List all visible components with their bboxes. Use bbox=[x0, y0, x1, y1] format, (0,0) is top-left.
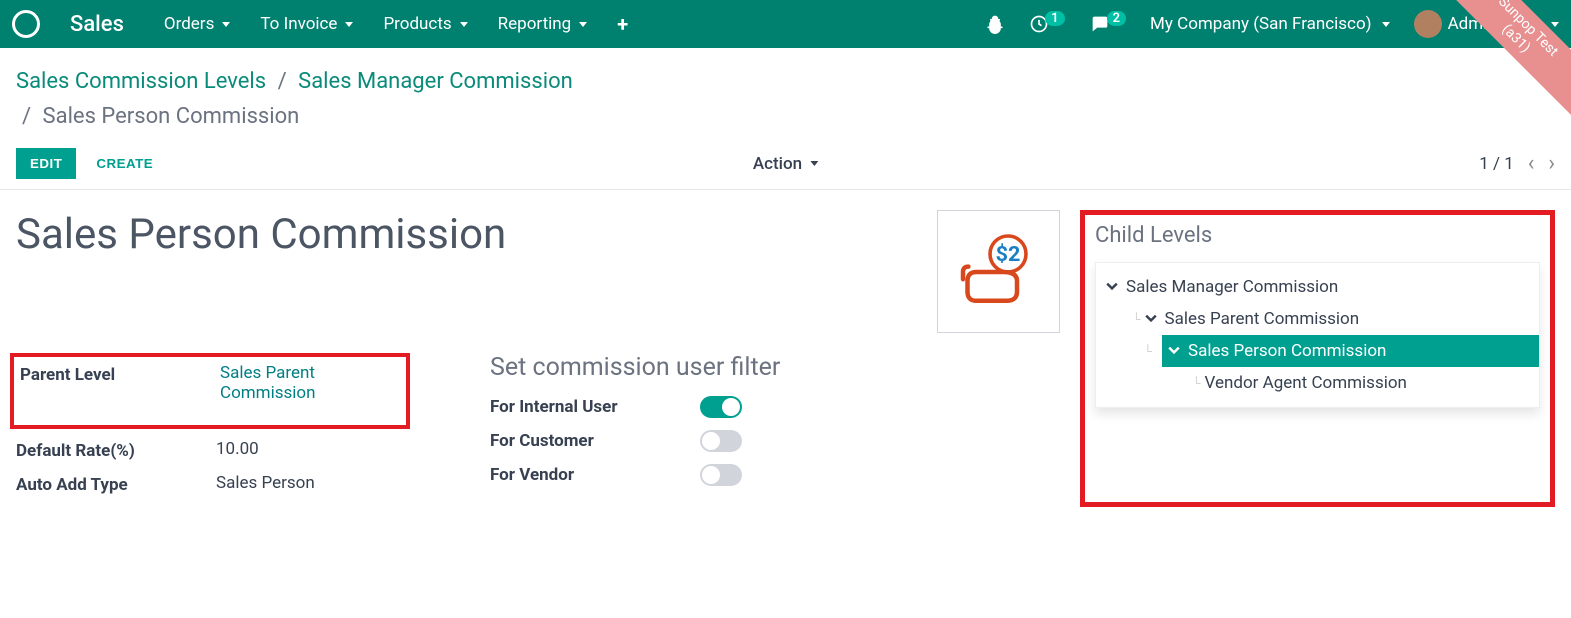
nav-products[interactable]: Products bbox=[383, 12, 467, 36]
tree-item[interactable]: └ Vendor Agent Commission bbox=[1096, 367, 1539, 399]
tree-item-label: Sales Manager Commission bbox=[1126, 277, 1338, 297]
tree-item-label: Sales Parent Commission bbox=[1165, 309, 1360, 329]
field-label-default-rate: Default Rate(%) bbox=[16, 439, 216, 461]
tree-item[interactable]: └ Sales Parent Commission bbox=[1096, 303, 1539, 335]
pager-prev[interactable]: ‹ bbox=[1528, 151, 1535, 176]
breadcrumb-item[interactable]: Sales Manager Commission bbox=[298, 69, 573, 94]
tree-item-label: Sales Person Commission bbox=[1188, 341, 1386, 361]
toggle-vendor[interactable] bbox=[700, 464, 742, 486]
messages-badge: 2 bbox=[1107, 11, 1126, 26]
chevron-down-icon bbox=[222, 22, 230, 27]
tree-box: Sales Manager Commission └ Sales Parent … bbox=[1095, 262, 1540, 408]
toggle-internal-user[interactable] bbox=[700, 396, 742, 418]
pager-text: 1 / 1 bbox=[1479, 154, 1514, 174]
chevron-down-icon bbox=[1168, 341, 1182, 361]
pager-next[interactable]: › bbox=[1548, 151, 1555, 176]
chevron-down-icon bbox=[460, 22, 468, 27]
toggle-label-vendor: For Vendor bbox=[490, 465, 700, 485]
company-switcher[interactable]: My Company (San Francisco) bbox=[1150, 14, 1390, 34]
tree-item[interactable]: Sales Manager Commission bbox=[1096, 271, 1539, 303]
chevron-down-icon bbox=[1382, 22, 1390, 27]
user-menu[interactable]: Admin (a31) bbox=[1414, 10, 1559, 38]
tree-connector-icon: └ bbox=[1132, 312, 1141, 326]
breadcrumb-item[interactable]: Sales Commission Levels bbox=[16, 69, 266, 94]
activities-icon[interactable]: 1 bbox=[1029, 14, 1064, 34]
chevron-down-icon bbox=[579, 22, 587, 27]
tree-connector-icon: └ bbox=[1143, 344, 1152, 358]
action-dropdown[interactable]: Action bbox=[753, 154, 818, 174]
child-levels-title: Child Levels bbox=[1095, 223, 1540, 248]
page-title: Sales Person Commission bbox=[16, 210, 506, 259]
filter-section-title: Set commission user filter bbox=[490, 353, 780, 382]
nav-menu: Orders To Invoice Products Reporting + bbox=[164, 12, 628, 36]
app-title[interactable]: Sales bbox=[70, 12, 124, 37]
app-logo[interactable] bbox=[12, 10, 40, 38]
toggle-label-internal: For Internal User bbox=[490, 397, 700, 417]
nav-reporting[interactable]: Reporting bbox=[498, 12, 588, 36]
svg-text:$2: $2 bbox=[995, 242, 1020, 267]
messages-icon[interactable]: 2 bbox=[1089, 13, 1126, 35]
activities-badge: 1 bbox=[1045, 11, 1064, 26]
create-button[interactable]: CREATE bbox=[82, 148, 167, 179]
subheader: Sales Commission Levels / Sales Manager … bbox=[0, 48, 1571, 190]
field-value-auto-add: Sales Person bbox=[216, 473, 315, 493]
record-image[interactable]: $2 bbox=[937, 210, 1060, 333]
nav-add-button[interactable]: + bbox=[617, 12, 628, 36]
tree-item-active[interactable]: Sales Person Commission bbox=[1162, 335, 1539, 367]
chevron-down-icon bbox=[810, 161, 818, 166]
chevron-down-icon bbox=[345, 22, 353, 27]
avatar bbox=[1414, 10, 1442, 38]
navbar: Sales Orders To Invoice Products Reporti… bbox=[0, 0, 1571, 48]
tree-item-label: Vendor Agent Commission bbox=[1205, 373, 1407, 393]
nav-orders[interactable]: Orders bbox=[164, 12, 230, 36]
tree-connector-icon: └ bbox=[1192, 376, 1201, 390]
debug-icon[interactable] bbox=[985, 14, 1005, 34]
chevron-down-icon bbox=[1551, 22, 1559, 27]
highlight-child-levels: Child Levels Sales Manager Commission └ … bbox=[1080, 210, 1555, 507]
chevron-down-icon bbox=[1106, 277, 1120, 297]
breadcrumb-current: Sales Person Commission bbox=[43, 104, 300, 129]
toggle-label-customer: For Customer bbox=[490, 431, 700, 451]
highlight-parent-level: Parent Level Sales Parent Commission bbox=[10, 353, 410, 429]
field-label-auto-add: Auto Add Type bbox=[16, 473, 216, 495]
toggle-customer[interactable] bbox=[700, 430, 742, 452]
nav-to-invoice[interactable]: To Invoice bbox=[260, 12, 353, 36]
chevron-down-icon bbox=[1145, 309, 1159, 329]
field-label-parent-level: Parent Level bbox=[20, 363, 220, 385]
field-value-parent-level[interactable]: Sales Parent Commission bbox=[220, 363, 370, 403]
breadcrumb: Sales Commission Levels / Sales Manager … bbox=[16, 64, 1555, 134]
edit-button[interactable]: EDIT bbox=[16, 148, 76, 179]
field-value-default-rate: 10.00 bbox=[216, 439, 259, 459]
